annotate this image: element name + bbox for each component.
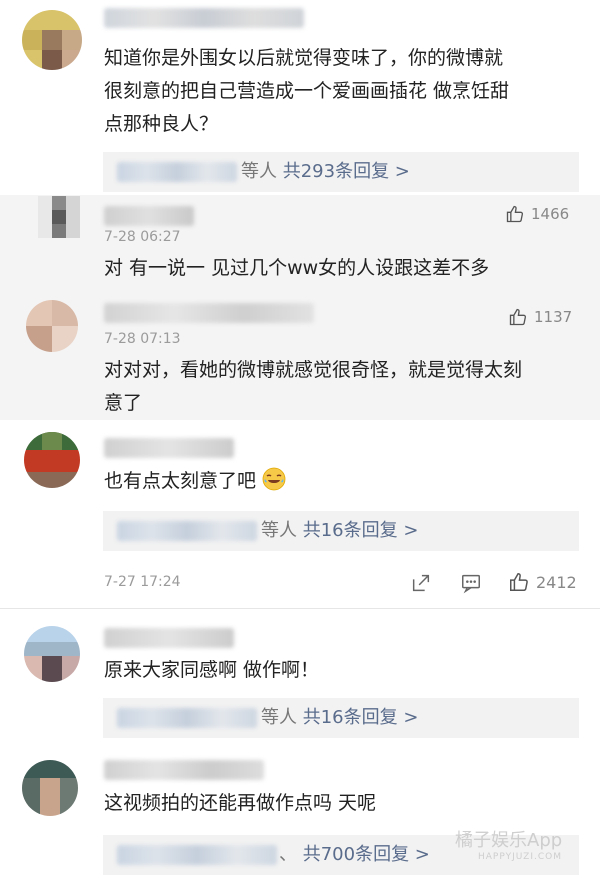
comment-text: 也有点太刻意了吧 — [104, 465, 584, 498]
divider — [0, 608, 600, 609]
comment-text: 这视频拍的还能再做作点吗 天呢 — [104, 792, 377, 814]
reply-count: 共16条回复 > — [302, 707, 419, 728]
timestamp: 7-28 06:27 — [104, 229, 181, 245]
like-count: 1137 — [534, 308, 573, 326]
avatar[interactable] — [24, 432, 80, 488]
comment-text: 原来大家同感啊 做作啊！ — [104, 659, 320, 681]
comment-line: 也有点太刻意了吧 — [104, 470, 257, 492]
watermark-url: HAPPYJUZI.COM — [478, 852, 562, 862]
reply-count: 共16条回复 > — [302, 520, 419, 541]
share-icon[interactable] — [410, 572, 432, 594]
reply-count-link[interactable]: 等人 共293条回复 > — [241, 158, 410, 186]
comment-line: 很刻意的把自己营造成一个爱画画插花 做烹饪甜 — [104, 80, 510, 102]
reply-count-link[interactable]: 、 共700条回复 > — [279, 841, 430, 869]
reply-suffix: 等人 — [241, 161, 277, 182]
username[interactable] — [104, 628, 234, 648]
comment-text: 对 有一说一 见过几个ww女的人设跟这差不多 — [104, 257, 490, 279]
replier-names — [117, 162, 237, 182]
comment-text: 知道你是外围女以后就觉得变味了，你的微博就 很刻意的把自己营造成一个爱画画插花 … — [104, 42, 584, 141]
reply-suffix: 等人 — [261, 520, 297, 541]
watermark-brand: 橘子娱乐App — [455, 830, 563, 851]
reply-count: 共700条回复 > — [302, 844, 430, 865]
like-button[interactable]: 1137 — [508, 307, 572, 327]
comment-text: 对对对，看她的微博就感觉很奇怪，就是觉得太刻 意了 — [104, 354, 584, 420]
username[interactable] — [104, 760, 264, 780]
username[interactable] — [104, 8, 304, 28]
avatar[interactable] — [22, 760, 78, 816]
comment-line: 意了 — [104, 392, 143, 414]
avatar[interactable] — [22, 10, 82, 70]
like-count: 1466 — [531, 205, 570, 223]
comment-line: 对对对，看她的微博就感觉很奇怪，就是觉得太刻 — [104, 359, 523, 381]
laughing-crying-emoji-icon — [262, 467, 286, 491]
replier-names — [117, 521, 257, 541]
reply-count-link[interactable]: 等人 共16条回复 > — [261, 704, 418, 732]
reply-suffix: 等人 — [261, 707, 297, 728]
reply-summary[interactable]: 等人 共16条回复 > — [103, 698, 579, 738]
timestamp: 7-28 07:13 — [104, 331, 181, 347]
reply-summary[interactable]: 等人 共293条回复 > — [103, 152, 579, 192]
timestamp: 7-27 17:24 — [104, 574, 181, 590]
avatar[interactable] — [38, 196, 80, 238]
avatar[interactable] — [24, 626, 80, 682]
like-button[interactable]: 1466 — [505, 204, 569, 224]
comment-line: 点那种良人？ — [104, 113, 219, 135]
reply-count-link[interactable]: 等人 共16条回复 > — [261, 517, 418, 545]
avatar[interactable] — [26, 300, 78, 352]
thumbs-up-icon — [510, 573, 528, 591]
like-button[interactable]: 2412 — [508, 571, 577, 593]
thumbs-up-icon — [506, 205, 524, 223]
username[interactable] — [104, 303, 314, 323]
replier-names — [117, 708, 257, 728]
reply-count: 共293条回复 > — [282, 161, 410, 182]
comment-line: 知道你是外围女以后就觉得变味了，你的微博就 — [104, 47, 504, 69]
reply-suffix: 、 — [279, 844, 297, 865]
comment-icon[interactable] — [460, 572, 482, 594]
username[interactable] — [104, 206, 194, 226]
thumbs-up-icon — [509, 308, 527, 326]
like-count: 2412 — [536, 572, 577, 592]
username[interactable] — [104, 438, 234, 458]
reply-summary[interactable]: 等人 共16条回复 > — [103, 511, 579, 551]
replier-names — [117, 845, 277, 865]
